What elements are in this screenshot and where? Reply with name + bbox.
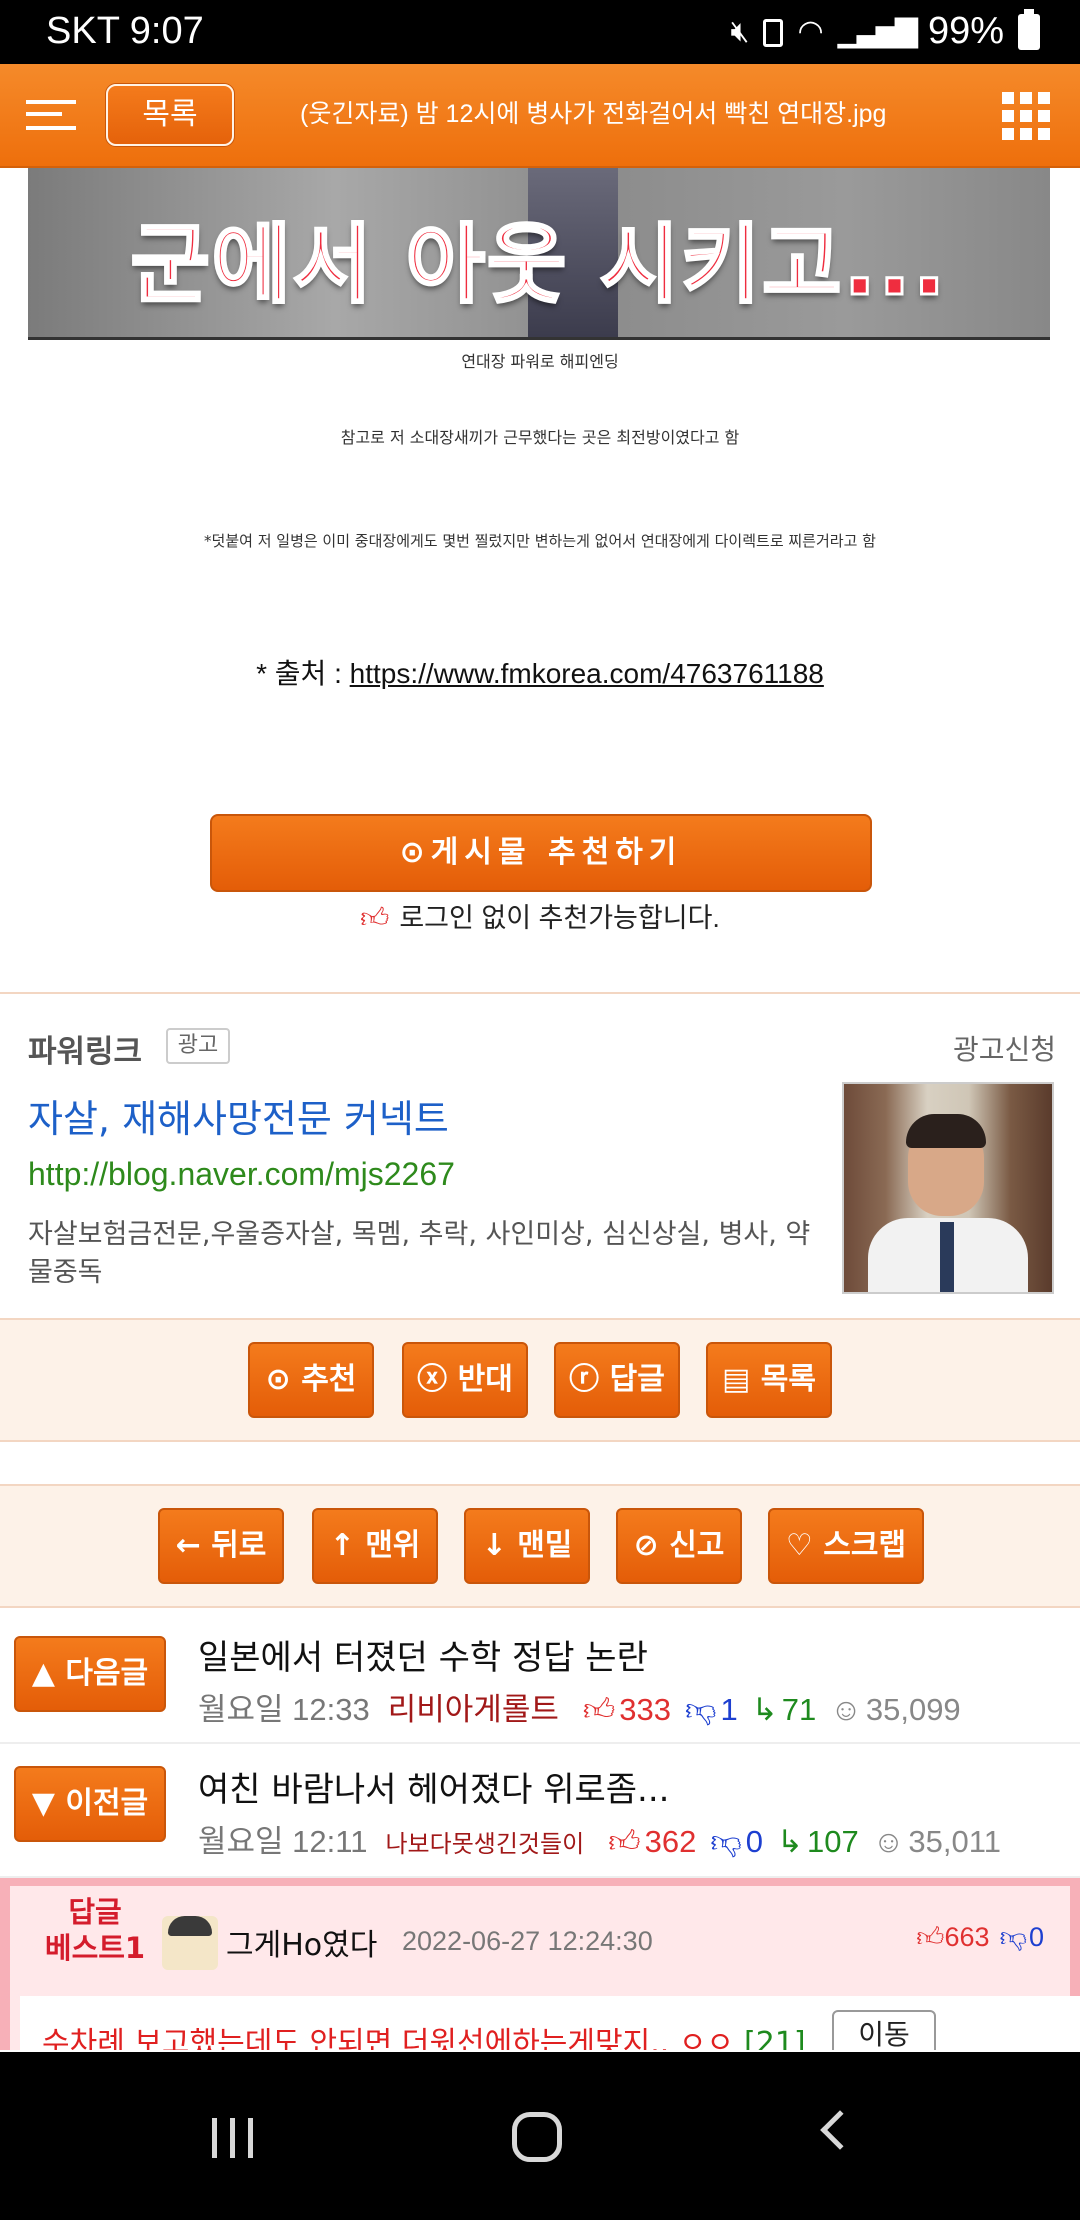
ad-tag: 광고 [166,1028,230,1064]
next-post-meta: 월요일 12:33 리비아게롤트 👍︎ 333 👎︎ 1 ↳ 71 ☺ 35,099 [198,1684,961,1729]
reply-arrow-icon: ↳ [751,1692,778,1727]
navigation-actions-bar: ← 뒤로 ↑ 맨위 ↓ 맨밑 ⊘ 신고 ♡ 스크랩 [0,1484,1080,1608]
wifi-icon: ◠ [797,15,824,48]
best-reply-up: 663 [944,1922,990,1952]
list-button[interactable]: 목록 [106,84,234,146]
ad-photo[interactable] [842,1082,1054,1294]
caption-1: 연대장 파워로 해피엔딩 [461,352,619,371]
best-reply-count: [21] [744,2026,806,2050]
thumbs-down-icon: 👎︎ [999,1922,1027,1952]
report-button[interactable]: ⊘ 신고 [616,1508,742,1584]
next-post-views: 35,099 [865,1692,961,1727]
recommend-note: 👍︎ 로그인 없이 추천가능합니다. [0,896,1080,935]
next-post-down: 1 [720,1692,738,1727]
ad-url-link[interactable]: http://blog.naver.com/mjs2267 [28,1156,455,1193]
next-post-up: 333 [619,1692,672,1727]
scroll-bottom-button[interactable]: ↓ 맨밑 [464,1508,590,1584]
next-post-title[interactable]: 일본에서 터졌던 수학 정답 논란 [198,1630,648,1679]
prev-post-title[interactable]: 여친 바람나서 헤어졌다 위로좀... [198,1762,670,1811]
prev-post-replies: 107 [807,1824,859,1859]
recommend-note-text: 로그인 없이 추천가능합니다. [399,903,720,933]
thumbs-up-icon: 👍︎ [582,1692,616,1727]
thumbs-down-icon: 👎︎ [710,1824,742,1859]
list-button-bottom[interactable]: ▤ 목록 [706,1342,832,1418]
prev-post-views: 35,011 [908,1824,1001,1859]
prev-post-time: 월요일 12:11 [198,1824,368,1859]
scroll-top-button[interactable]: ↑ 맨위 [312,1508,438,1584]
battery-icon [1018,8,1040,50]
back-icon[interactable] [820,2110,860,2150]
image-overlay-text: 군에서 아웃 시키고... [129,214,948,317]
next-post-button[interactable]: ▲ 다음글 [14,1636,166,1712]
grid-menu-icon[interactable] [1002,92,1050,140]
powerlink-label: 파워링크 [28,1034,143,1070]
heart-icon: ♡ [785,1528,813,1563]
battery-percent: 99% [927,10,1004,52]
recommend-post-button[interactable]: ⊙게시물 추천하기 [210,814,872,892]
post-actions-bar: ⊙ 추천 ⓧ 반대 ⓡ 답글 ▤ 목록 [0,1318,1080,1442]
thumbs-up-icon: 👍︎ [360,902,390,933]
oppose-button[interactable]: ⓧ 반대 [402,1342,528,1418]
next-post-time: 월요일 12:33 [198,1692,370,1727]
system-nav-bar [0,2052,1080,2220]
status-icons: 🔇︎ ◠ ▁▃▅▇ 99% [730,8,1040,53]
best-reply-votes: 👍︎663 👎︎0 [916,1922,1044,1954]
battery-saver-icon [763,15,784,49]
avatar [162,1916,218,1970]
prev-post-row[interactable]: ▼ 이전글 여친 바람나서 헤어졌다 위로좀... 월요일 12:11 나보다못생… [0,1744,1080,1878]
report-label: 신고 [669,1528,725,1563]
next-post-row[interactable]: ▲ 다음글 일본에서 터졌던 수학 정답 논란 월요일 12:33 리비아게롤트 👍… [0,1608,1080,1744]
prev-post-button[interactable]: ▼ 이전글 [14,1766,166,1842]
source-line: * 출처 : https://www.fmkorea.com/476376118… [0,652,1080,692]
home-icon[interactable] [512,2112,562,2162]
best-reply-label: 답글 베스트1 [44,1895,146,1965]
top-bar: 목록 (웃긴자료) 밤 12시에 병사가 전화걸어서 빡친 연대장.jpg [0,64,1080,168]
views-icon: ☺ [830,1692,862,1727]
best-reply-text[interactable]: 수차례 보고했는데도 안되면 더윗선에하는게맞지.. ㅇㅇ [21] [42,2018,806,2050]
source-prefix: * 출처 : [256,658,350,689]
status-bar: SKT 9:07 🔇︎ ◠ ▁▃▅▇ 99% [0,0,1080,64]
prev-post-author: 나보다못생긴것들이 [385,1831,585,1858]
source-link[interactable]: https://www.fmkorea.com/4763761188 [350,658,824,689]
recommend-button[interactable]: ⊙ 추천 [248,1342,374,1418]
article-image: 군에서 아웃 시키고... [28,168,1050,340]
reply-button[interactable]: ⓡ 답글 [554,1342,680,1418]
thumbs-down-icon: 👎︎ [685,1692,717,1727]
next-post-replies: 71 [781,1692,817,1727]
ad-title-link[interactable]: 자살, 재해사망전문 커넥트 [28,1088,449,1143]
ad-apply-link[interactable]: 광고신청 [953,1028,1056,1068]
best-reply-preview: 수차례 보고했는데도 안되면 더윗선에하는게맞지.. ㅇㅇ [21] 이동 [20,1996,1080,2050]
views-icon: ☺ [872,1824,905,1859]
divider [0,992,1080,994]
report-icon: ⊘ [633,1528,659,1563]
scrap-button[interactable]: ♡ 스크랩 [768,1508,924,1584]
thumbs-up-icon: 👍︎ [916,1922,945,1952]
best-reply-author: 그게Ho였다 [226,1928,378,1963]
move-button[interactable]: 이동 [832,2010,936,2050]
back-button[interactable]: ← 뒤로 [158,1508,284,1584]
prev-post-up: 362 [644,1824,697,1859]
prev-post-down: 0 [745,1824,764,1859]
reply-arrow-icon: ↳ [777,1824,804,1859]
recent-apps-icon[interactable] [212,2118,256,2158]
scrap-label: 스크랩 [823,1528,907,1563]
next-post-author: 리비아게롤트 [387,1692,559,1727]
ad-description: 자살보험금전문,우울증자살, 목멤, 추락, 사인미상, 심신상실, 병사, 약… [28,1219,811,1288]
prev-post-meta: 월요일 12:11 나보다못생긴것들이 👍︎ 362 👎︎ 0 ↳ 107 ☺ 35,011 [198,1816,1001,1861]
caption-3: *덧붙여 저 일병은 이미 중대장에게도 몇번 찔렀지만 변하는게 없어서 연대… [204,532,876,550]
carrier-time: SKT 9:07 [46,10,204,52]
best-reply-date: 2022-06-27 12:24:30 [402,1926,653,1956]
menu-icon[interactable] [26,100,76,134]
signal-icon: ▁▃▅▇ [837,15,918,48]
best-reply-down: 0 [1028,1922,1044,1952]
caption-2: 참고로 저 소대장새끼가 근무했다는 곳은 최전방이였다고 함 [340,428,740,447]
best-reply-panel: 답글 베스트1 그게Ho였다 2022-06-27 12:24:30 👍︎663… [0,1878,1080,2050]
page-title: (웃긴자료) 밤 12시에 병사가 전화걸어서 빡친 연대장.jpg [300,100,887,128]
mute-icon: 🔇︎ [730,14,750,48]
thumbs-up-icon: 👍︎ [608,1824,641,1859]
